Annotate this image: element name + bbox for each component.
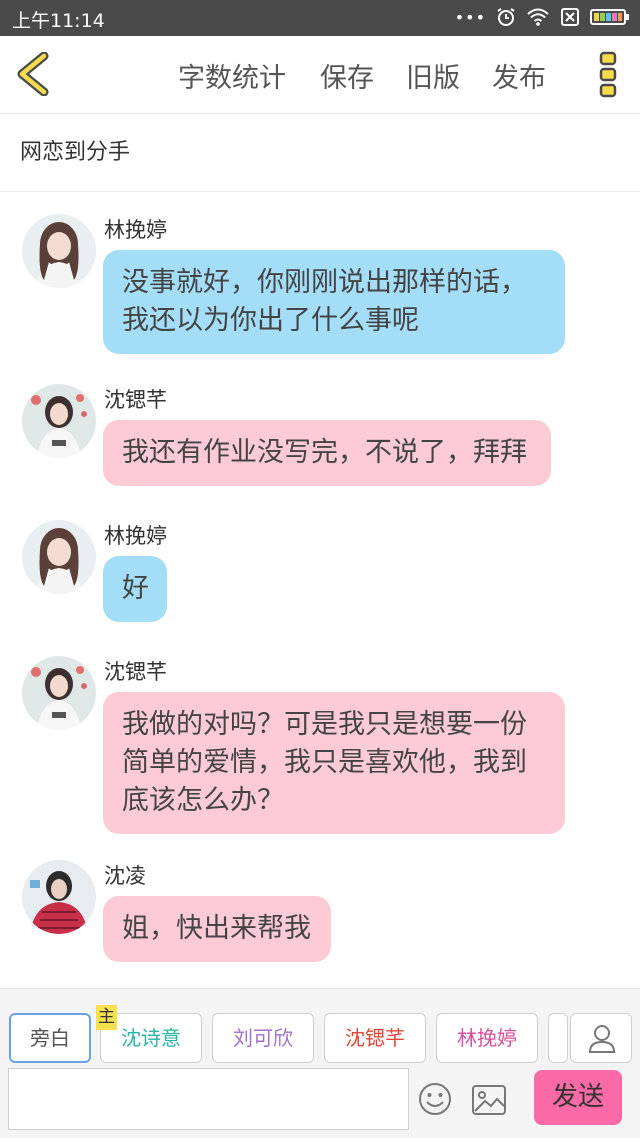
sim-off-icon	[561, 8, 579, 26]
avatar[interactable]	[22, 860, 96, 934]
user-icon	[588, 1025, 616, 1053]
more-dots-icon: •••	[454, 7, 486, 27]
message-bubble[interactable]: 我做的对吗？可是我只是想要一份简单的爱情，我只是喜欢他，我到底该怎么办？	[103, 692, 565, 834]
sender-name: 沈凌	[104, 864, 146, 888]
story-title: 网恋到分手	[20, 140, 131, 165]
avatar-image	[22, 214, 96, 288]
role-option[interactable]: 刘可欣	[212, 1013, 314, 1063]
send-button[interactable]: 发送	[534, 1070, 622, 1125]
battery-icon	[590, 9, 629, 25]
message-bubble[interactable]: 姐，快出来帮我	[103, 896, 331, 962]
sender-name: 林挽婷	[104, 524, 167, 548]
message-bubble[interactable]: 好	[103, 556, 167, 622]
publish-button[interactable]: 发布	[492, 56, 546, 95]
alarm-icon	[497, 8, 515, 26]
old-version-button[interactable]: 旧版	[406, 56, 460, 95]
avatar-image	[22, 384, 96, 458]
role-option[interactable]: 林挽婷	[436, 1013, 538, 1063]
save-button[interactable]: 保存	[320, 56, 374, 95]
word-count-button[interactable]: 字数统计	[178, 56, 286, 95]
image-button[interactable]	[471, 1084, 507, 1116]
sender-name: 林挽婷	[104, 218, 167, 242]
image-icon	[472, 1085, 506, 1115]
composer-panel: 旁白 沈诗意 主 刘可欣 沈锶芊 林挽婷 发送	[0, 988, 640, 1138]
role-manage-button[interactable]	[570, 1013, 632, 1063]
sender-name: 沈锶芊	[104, 660, 167, 684]
status-icons: •••	[455, 7, 630, 27]
message-bubble[interactable]: 没事就好，你刚刚说出那样的话，我还以为你出了什么事呢	[103, 250, 565, 354]
avatar[interactable]	[22, 656, 96, 730]
avatar[interactable]	[22, 384, 96, 458]
host-badge: 主	[96, 1005, 117, 1030]
more-menu-icon	[599, 51, 617, 98]
back-arrow-icon	[17, 51, 49, 97]
avatar[interactable]	[22, 520, 96, 594]
message-bubble[interactable]: 我还有作业没写完，不说了，拜拜	[103, 420, 551, 486]
role-option-partial[interactable]	[548, 1013, 568, 1063]
role-option[interactable]: 沈锶芊	[324, 1013, 426, 1063]
role-narrator[interactable]: 旁白	[9, 1013, 91, 1063]
more-menu-button[interactable]	[598, 50, 618, 100]
emoji-button[interactable]	[418, 1082, 452, 1116]
status-time: 上午11:14	[12, 10, 105, 32]
avatar[interactable]	[22, 214, 96, 288]
avatar-image	[22, 656, 96, 730]
sender-name: 沈锶芊	[104, 388, 167, 412]
avatar-image	[22, 860, 96, 934]
back-button[interactable]	[14, 51, 54, 97]
message-input[interactable]	[8, 1068, 409, 1130]
emoji-icon	[419, 1083, 451, 1115]
story-title-row[interactable]: 网恋到分手	[0, 114, 640, 192]
top-toolbar: 字数统计 保存 旧版 发布	[0, 36, 640, 114]
status-bar: 上午11:14 •••	[0, 0, 640, 36]
wifi-icon	[527, 8, 549, 26]
chat-list[interactable]: 林挽婷 没事就好，你刚刚说出那样的话，我还以为你出了什么事呢 沈锶芊 我还有作业…	[0, 192, 640, 988]
avatar-image	[22, 520, 96, 594]
